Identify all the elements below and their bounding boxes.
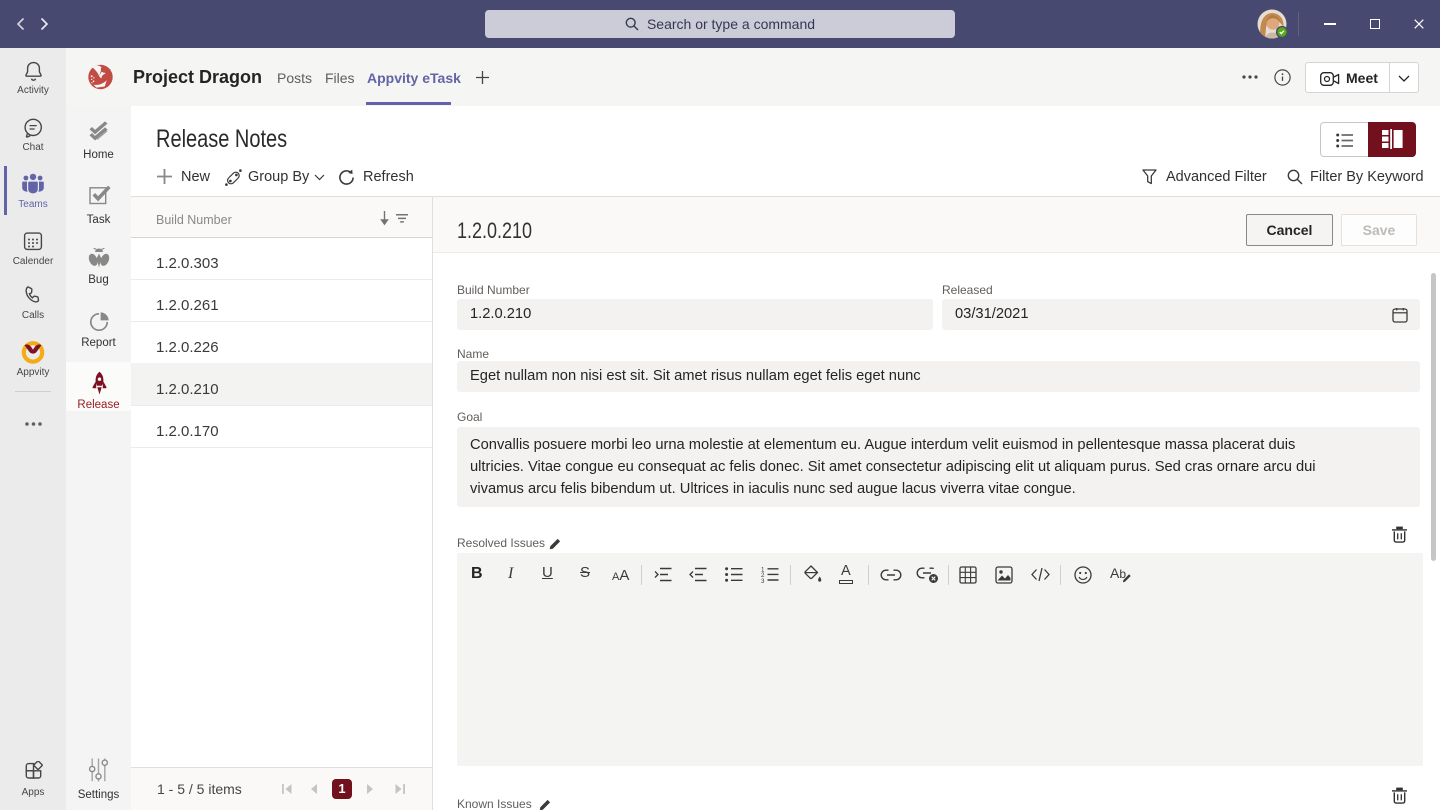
svg-text:3: 3	[761, 578, 765, 583]
